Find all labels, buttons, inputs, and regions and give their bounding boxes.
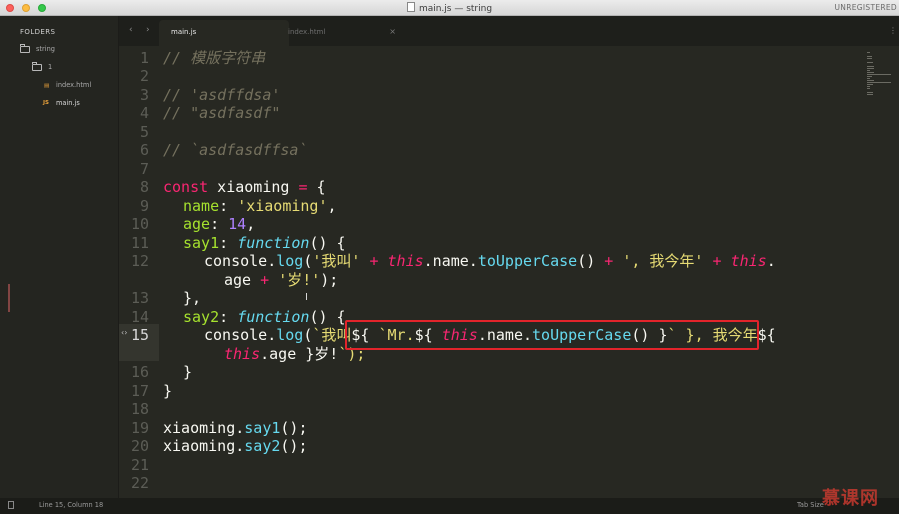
code-line-12: console.log('我叫' + this.name.toUpperCase… — [204, 252, 776, 270]
cursor-position: Line 15, Column 18 — [39, 501, 104, 509]
chevron-right-icon[interactable]: › — [146, 25, 150, 35]
minimap-line — [867, 92, 873, 93]
tree-item-label: main.js — [56, 99, 80, 107]
line-number: 7 — [139, 160, 149, 178]
folder-open-icon — [32, 62, 42, 71]
line-number: 19 — [130, 419, 149, 437]
minimap-line — [867, 52, 870, 53]
minimap-line — [867, 88, 870, 89]
code-line-17: } — [163, 382, 173, 400]
code-line-13: }, — [183, 289, 202, 307]
line-number: 9 — [139, 197, 149, 215]
status-bar: Line 15, Column 18 Tab Size — [0, 498, 899, 514]
code-line-4: // "asdfasdf" — [163, 104, 281, 122]
code-line-6: // `asdfasdffsa` — [163, 141, 308, 159]
minimap-line — [867, 72, 874, 73]
code-line-3: // 'asdffdsa' — [163, 86, 281, 104]
minimap[interactable] — [861, 46, 899, 498]
text-cursor-icon: I — [305, 292, 308, 303]
line-number: 11 — [130, 234, 149, 252]
minimap-line — [867, 80, 874, 81]
line-number: 16 — [130, 363, 149, 381]
minimap-line — [867, 84, 873, 85]
annotation-highlight-box — [345, 320, 759, 350]
title-bar: main.js — string UNREGISTERED — [0, 0, 899, 16]
more-options-icon[interactable]: ⋮ — [889, 26, 897, 35]
line-number: 5 — [139, 123, 149, 141]
minimap-line — [867, 76, 872, 77]
js-file-icon: JS — [43, 100, 50, 106]
minimap-line — [867, 58, 872, 59]
code-line-20: xiaoming.say2(); — [163, 437, 308, 455]
line-number: 3 — [139, 86, 149, 104]
code-line-19: xiaoming.say1(); — [163, 419, 308, 437]
minimap-line — [867, 68, 874, 69]
minimap-line — [867, 62, 873, 63]
line-number: 17 — [130, 382, 149, 400]
tab-label: main.js — [171, 28, 197, 36]
sidebar-accent — [8, 284, 10, 312]
code-line-1: // 模版字符串 — [163, 49, 266, 67]
tab-bar: ‹ › main.js index.html × ⋮ — [119, 16, 899, 46]
minimap-line — [867, 94, 873, 95]
watermark-logo: 慕课网 — [822, 488, 879, 509]
tree-item-label: string — [36, 45, 55, 53]
minimap-line — [867, 82, 891, 83]
line-number: 14 — [130, 308, 149, 326]
tab-label: index.html — [288, 28, 326, 36]
code-line-8: const xiaoming = { — [163, 178, 326, 196]
folder-open-icon — [20, 44, 30, 53]
tree-item-label: index.html — [56, 81, 92, 89]
minimap-line — [867, 86, 870, 87]
folders-header: FOLDERS — [20, 28, 56, 36]
line-number: 1 — [139, 49, 149, 67]
html-file-icon: ▤ — [44, 83, 50, 89]
line-number: 20 — [130, 437, 149, 455]
code-line-9: name: 'xiaoming', — [183, 197, 337, 215]
sidebar: FOLDERS string 1 ▤ index.html JS main.js — [0, 16, 119, 498]
line-number: 22 — [130, 474, 149, 492]
line-number: 21 — [130, 456, 149, 474]
line-number: 2 — [139, 67, 149, 85]
minimap-line — [867, 70, 870, 71]
minimap-line — [867, 56, 872, 57]
chevron-left-icon[interactable]: ‹ — [129, 25, 133, 35]
tab-size-selector[interactable]: Tab Size — [797, 501, 824, 509]
line-number-current: 15 — [130, 326, 149, 344]
line-number: 18 — [130, 400, 149, 418]
line-number: 10 — [130, 215, 149, 233]
code-line-10: age: 14, — [183, 215, 256, 233]
line-number: 6 — [139, 141, 149, 159]
code-line-12-wrap: age + '岁!'); — [224, 271, 339, 289]
code-line-16: } — [183, 363, 193, 381]
panel-toggle-icon[interactable] — [8, 501, 14, 509]
code-editor[interactable]: ‹› 1 2 3 4 5 6 7 8 9 10 11 12 13 14 15 1… — [119, 46, 861, 498]
code-line-11: say1: function() { — [183, 234, 346, 252]
line-number: 12 — [130, 252, 149, 270]
window-title-text: main.js — string — [418, 4, 493, 14]
unregistered-label: UNREGISTERED — [834, 3, 897, 12]
line-number: 4 — [139, 104, 149, 122]
tab-index-html[interactable]: index.html × — [276, 20, 406, 46]
minimap-line — [867, 78, 870, 79]
tree-item-label: 1 — [48, 63, 53, 71]
line-number: 8 — [139, 178, 149, 196]
minimap-line — [867, 66, 874, 67]
close-icon[interactable]: × — [389, 27, 396, 36]
window-title: main.js — string — [0, 2, 899, 14]
line-number: 13 — [130, 289, 149, 307]
tab-main-js[interactable]: main.js — [159, 20, 289, 46]
document-icon — [406, 2, 415, 12]
code-line-14: say2: function() { — [183, 308, 346, 326]
minimap-line — [867, 74, 891, 75]
